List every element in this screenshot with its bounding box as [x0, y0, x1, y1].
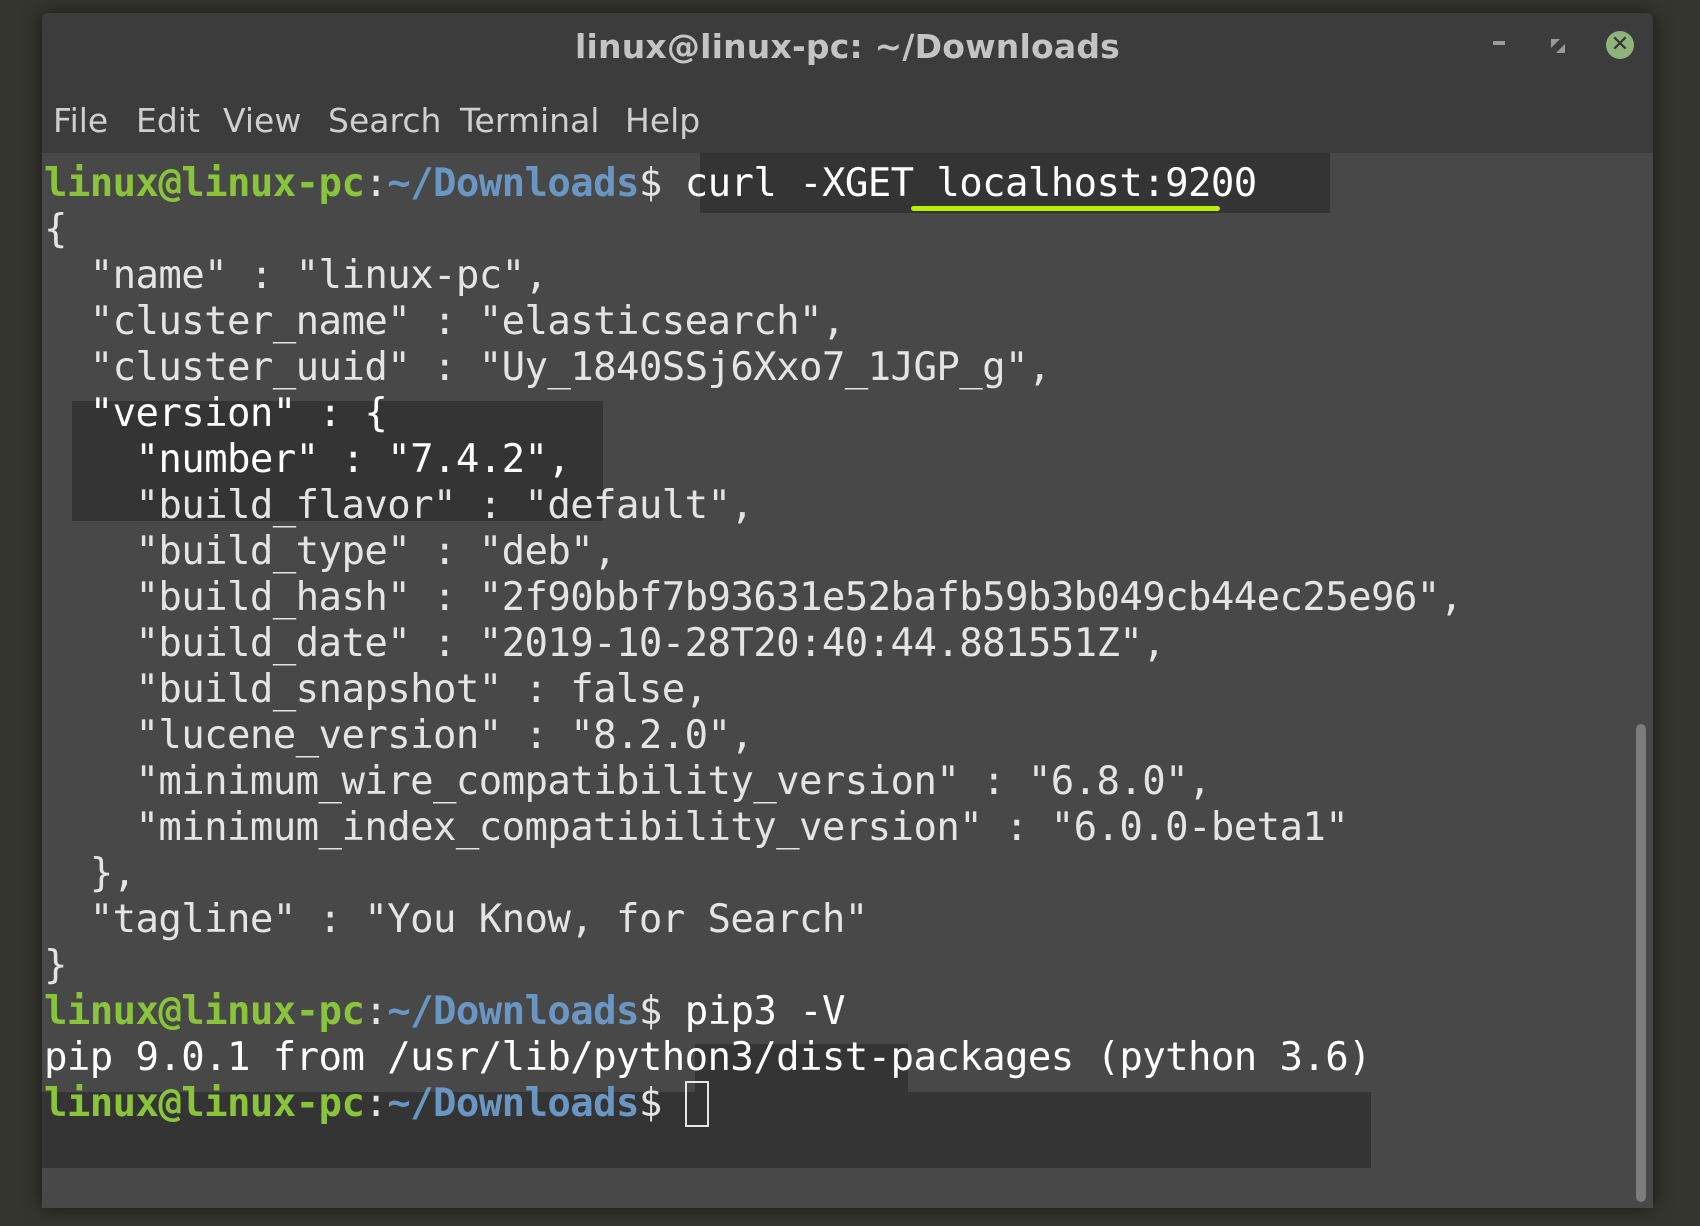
output-line: }, [44, 851, 136, 896]
prompt-symbol: $ [638, 161, 662, 206]
output-line: "build_type" : "deb", [44, 529, 617, 574]
output-line: "minimum_wire_compatibility_version" : "… [44, 759, 1212, 804]
prompt-colon: : [364, 161, 388, 206]
output-line-number: "number" : "7.4.2", [44, 437, 571, 482]
output-line: "tagline" : "You Know, for Search" [44, 897, 869, 942]
prompt-line-current: linux@linux-pc:~/Downloads$ [44, 1079, 709, 1129]
scrollbar-thumb[interactable] [1636, 724, 1646, 1202]
pip-command: pip3 -V [684, 989, 846, 1034]
text-cursor[interactable] [684, 1080, 709, 1127]
maximize-button[interactable] [1551, 39, 1565, 53]
output-line-version: "version" : { [44, 391, 388, 436]
output-line: "cluster_uuid" : "Uy_1840SSj6Xxo7_1JGP_g… [44, 345, 1052, 390]
output-line: "minimum_index_compatibility_version" : … [44, 805, 1349, 850]
prompt-path: ~/Downloads [387, 161, 639, 206]
terminal-window: linux@linux-pc: ~/Downloads ✕ File Edit … [42, 13, 1653, 1208]
output-line: "build_date" : "2019-10-28T20:40:44.8815… [44, 621, 1166, 666]
prompt-user-host: linux@linux-pc [44, 161, 365, 206]
title-bar[interactable]: linux@linux-pc: ~/Downloads ✕ [42, 13, 1653, 81]
output-line: "lucene_version" : "8.2.0", [44, 713, 754, 758]
maximize-icon [1551, 39, 1565, 53]
output-line: } [44, 943, 67, 988]
localhost-underline [911, 206, 1220, 211]
output-line: "name" : "linux-pc", [44, 253, 548, 298]
menu-view[interactable]: View [223, 101, 301, 140]
output-line: "build_hash" : "2f90bbf7b93631e52bafb59b… [44, 575, 1464, 620]
prompt-symbol: $ [638, 1081, 662, 1126]
prompt-line-curl: linux@linux-pc:~/Downloads$ curl -XGET l… [44, 159, 1257, 209]
prompt-user-host: linux@linux-pc [44, 1081, 365, 1126]
close-icon: ✕ [1610, 32, 1630, 57]
menu-help[interactable]: Help [625, 101, 700, 140]
prompt-line-pip: linux@linux-pc:~/Downloads$ pip3 -V [44, 987, 845, 1037]
menu-terminal[interactable]: Terminal [460, 101, 599, 140]
prompt-path: ~/Downloads [387, 989, 639, 1034]
window-title: linux@linux-pc: ~/Downloads [574, 27, 1121, 66]
output-line: "cluster_name" : "elasticsearch", [44, 299, 846, 344]
menu-edit[interactable]: Edit [136, 101, 200, 140]
terminal-output[interactable]: linux@linux-pc:~/Downloads$ curl -XGET l… [42, 153, 1653, 1208]
prompt-colon: : [364, 1081, 388, 1126]
output-line: { [44, 207, 67, 252]
prompt-path: ~/Downloads [387, 1081, 639, 1126]
menu-bar: File Edit View Search Terminal Help [42, 81, 1653, 153]
prompt-colon: : [364, 989, 388, 1034]
output-line: "build_snapshot" : false, [44, 667, 709, 712]
minimize-button[interactable] [1493, 41, 1507, 47]
menu-file[interactable]: File [53, 101, 108, 140]
prompt-symbol: $ [638, 989, 662, 1034]
output-line: "build_flavor" : "default", [44, 483, 754, 528]
curl-command: curl -XGET localhost:9200 [684, 161, 1258, 206]
close-button[interactable]: ✕ [1606, 31, 1634, 59]
menu-search[interactable]: Search [328, 101, 441, 140]
pip-output-line: pip 9.0.1 from /usr/lib/python3/dist-pac… [44, 1035, 1372, 1080]
prompt-user-host: linux@linux-pc [44, 989, 365, 1034]
